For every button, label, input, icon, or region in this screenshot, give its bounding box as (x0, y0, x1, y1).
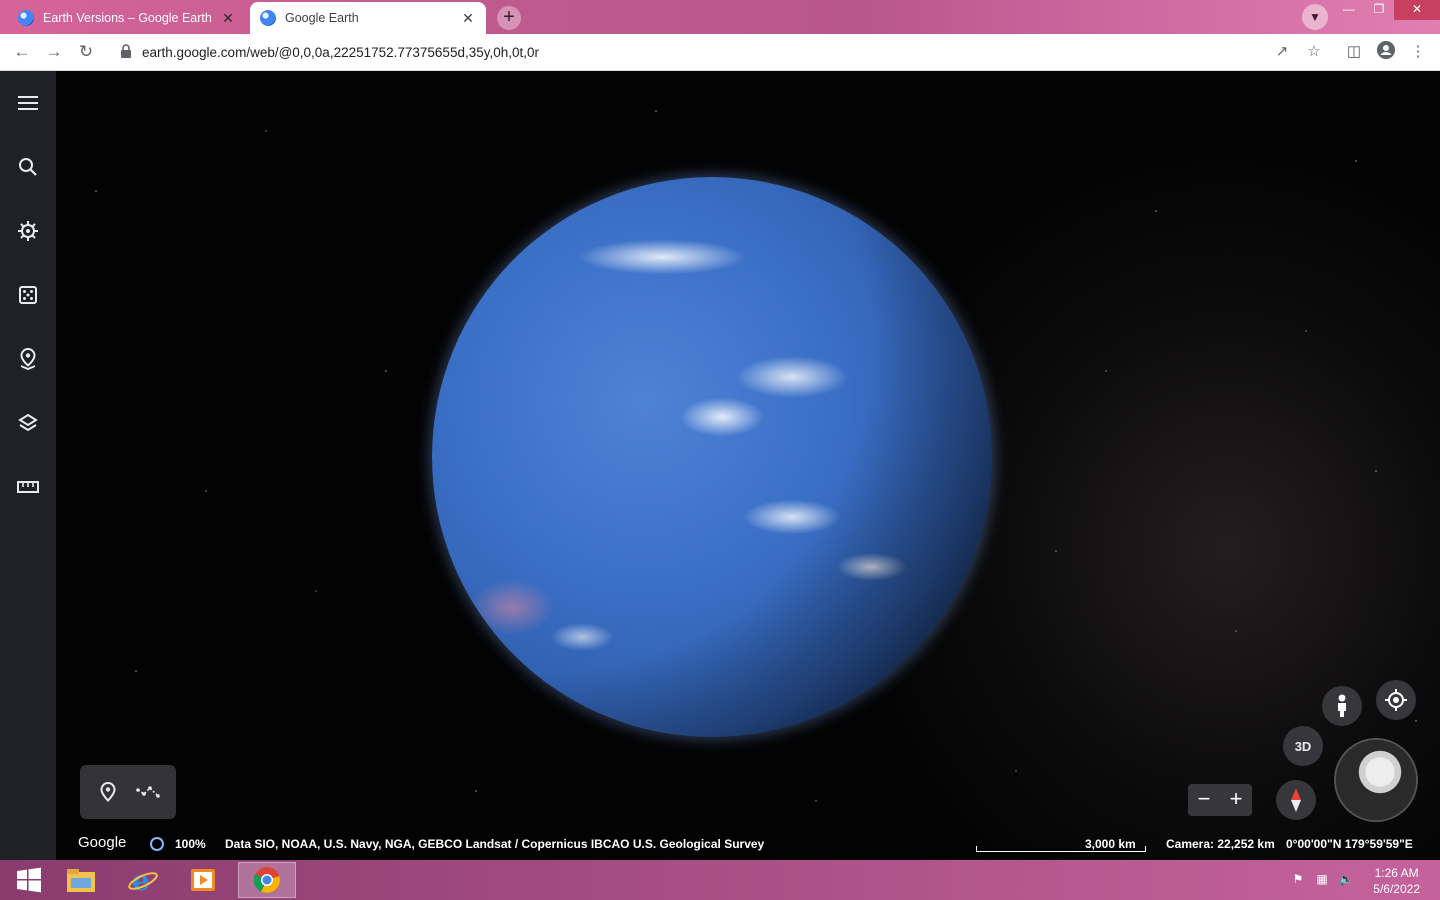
window-close-icon[interactable]: ✕ (1394, 0, 1440, 20)
close-tab-icon[interactable]: ✕ (220, 10, 236, 26)
tab-strip: Earth Versions – Google Earth ✕ Google E… (0, 0, 1440, 34)
address-bar[interactable]: earth.google.com/web/@0,0,0a,22251752.77… (110, 38, 1310, 66)
earth-side-rail (0, 71, 56, 860)
tab-title: Earth Versions – Google Earth (43, 11, 212, 25)
network-icon[interactable]: ▦ (1314, 872, 1330, 888)
internet-explorer-icon[interactable]: e (114, 862, 172, 898)
tab-title: Google Earth (285, 11, 359, 25)
clock-time: 1:26 AM (1374, 866, 1419, 880)
toggle-3d-button[interactable]: 3D (1283, 726, 1323, 766)
clock-date: 5/6/2022 (1373, 882, 1420, 896)
tab-earth-versions[interactable]: Earth Versions – Google Earth ✕ (8, 2, 246, 34)
action-center-flag-icon[interactable]: ⚑ (1290, 872, 1306, 888)
reload-icon[interactable]: ↻ (75, 41, 97, 63)
url-text: earth.google.com/web/@0,0,0a,22251752.77… (142, 45, 540, 60)
tab-search-chevron-icon[interactable]: ▼ (1302, 4, 1328, 30)
minimap-globe[interactable] (1336, 740, 1416, 820)
zoom-controls: − + (1188, 784, 1252, 816)
drawing-tools-panel (80, 765, 176, 819)
back-arrow-icon[interactable]: ← (11, 41, 33, 63)
zoom-out-button[interactable]: − (1188, 784, 1220, 816)
projects-icon[interactable] (12, 343, 44, 375)
profile-avatar-icon[interactable] (1375, 41, 1397, 63)
side-panel-icon[interactable]: ◫ (1343, 41, 1365, 63)
file-explorer-icon[interactable] (52, 862, 110, 898)
start-icon[interactable] (0, 862, 58, 898)
street-view-pegman-icon[interactable] (1322, 686, 1362, 726)
google-earth-favicon-icon (260, 10, 276, 26)
bookmark-star-icon[interactable]: ☆ (1303, 41, 1325, 63)
zoom-in-button[interactable]: + (1220, 784, 1252, 816)
map-footer: Google 100% Data SIO, NOAA, U.S. Navy, N… (56, 832, 1440, 856)
restore-icon[interactable]: ❐ (1364, 0, 1394, 20)
google-logo: Google (78, 834, 127, 851)
menu-icon[interactable] (12, 87, 44, 119)
media-player-icon[interactable] (174, 862, 232, 898)
loading-percent: 100% (175, 837, 206, 851)
search-icon[interactable] (12, 151, 44, 183)
window-controls: — ❐ ✕ (1334, 0, 1440, 20)
forward-arrow-icon[interactable]: → (43, 41, 65, 63)
close-tab-icon[interactable]: ✕ (460, 10, 476, 26)
data-attribution[interactable]: Data SIO, NOAA, U.S. Navy, NGA, GEBCO La… (225, 837, 764, 851)
google-earth-favicon-icon (18, 10, 34, 26)
feeling-lucky-icon[interactable] (12, 279, 44, 311)
volume-muted-icon[interactable]: 🔈 (1338, 872, 1354, 888)
measure-icon[interactable] (12, 471, 44, 503)
globe-night-shadow (432, 177, 992, 737)
earth-3d-view[interactable] (56, 71, 1440, 860)
my-location-icon[interactable] (1376, 680, 1416, 720)
browser-toolbar: ← → ↻ earth.google.com/web/@0,0,0a,22251… (0, 34, 1440, 71)
share-icon[interactable]: ↗ (1271, 41, 1293, 63)
add-placemark-icon[interactable] (96, 780, 120, 804)
new-tab-button[interactable]: + (497, 6, 521, 30)
minimize-icon[interactable]: — (1334, 0, 1364, 20)
loading-ring-icon (150, 837, 164, 851)
browser-menu-icon[interactable]: ⋮ (1407, 41, 1429, 63)
windows-taskbar: e ⚑ ▦ 🔈 1:26 AM 5/6/2022 (0, 860, 1440, 900)
voyager-icon[interactable] (12, 215, 44, 247)
tab-google-earth[interactable]: Google Earth ✕ (250, 2, 486, 34)
cursor-coordinates: 0°00'00"N 179°59'59"E (1286, 837, 1413, 851)
scale-label: 3,000 km (1085, 837, 1136, 851)
system-clock[interactable]: 1:26 AM 5/6/2022 (1373, 865, 1420, 897)
camera-altitude: Camera: 22,252 km (1166, 837, 1275, 851)
map-style-icon[interactable] (12, 407, 44, 439)
draw-line-icon[interactable] (136, 780, 160, 804)
compass-icon[interactable] (1276, 780, 1316, 820)
lock-icon (121, 44, 131, 58)
chrome-icon[interactable] (238, 862, 296, 898)
